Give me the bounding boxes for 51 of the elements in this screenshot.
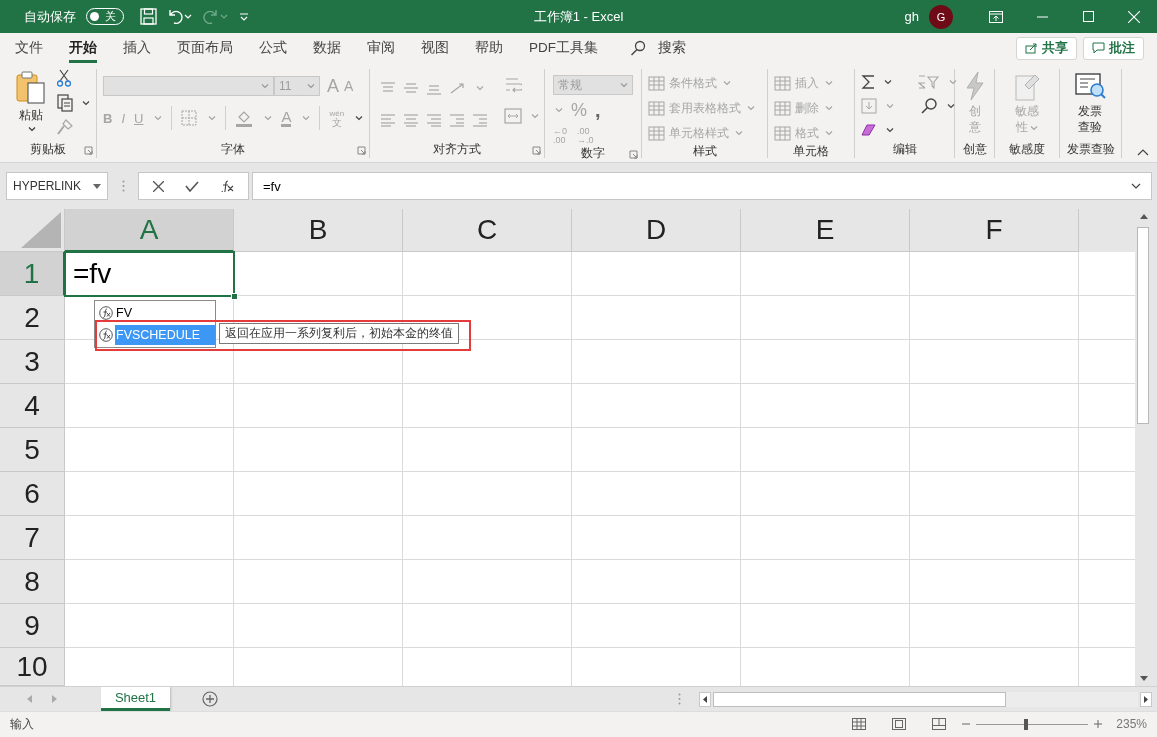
ribbon-tab[interactable]: PDF工具集 (516, 33, 611, 63)
ribbon-tab[interactable]: 页面布局 (164, 33, 246, 63)
column-header[interactable]: A (65, 209, 234, 252)
formula-input[interactable]: =fv (252, 172, 1152, 200)
window-title: 工作簿1 - Excel (533, 7, 624, 26)
status-mode: 输入 (10, 715, 34, 733)
autocomplete-item[interactable]: FV (95, 302, 215, 324)
group-label: 发票查验 (1066, 140, 1115, 158)
row-header[interactable]: 3 (0, 340, 65, 384)
zoom-level[interactable]: 235% (1116, 717, 1147, 731)
row-header[interactable]: 2 (0, 296, 65, 340)
group-label: 对齐方式 (433, 140, 481, 158)
row-header[interactable]: 9 (0, 604, 65, 648)
row-header[interactable]: 4 (0, 384, 65, 428)
group-label: 字体 (221, 140, 245, 158)
user-avatar[interactable]: G (929, 4, 953, 29)
group-label: 创意 (962, 140, 987, 158)
row-header[interactable]: 6 (0, 472, 65, 516)
autosave-label: 自动保存 (24, 7, 76, 26)
user-name: gh (904, 9, 919, 24)
ribbon-tab[interactable]: 数据 (300, 33, 354, 63)
group-label: 样式 (692, 143, 717, 160)
ribbon-large-button[interactable]: 发票查验 (1066, 69, 1115, 140)
ribbon-tab[interactable]: 视图 (408, 33, 462, 63)
ribbon-tab[interactable]: 插入 (110, 33, 164, 63)
group-label: 编辑 (892, 140, 917, 158)
group-label: 单元格 (793, 143, 829, 160)
ribbon-tab[interactable]: 文件 (2, 33, 56, 63)
comments-button[interactable]: 批注 (1083, 36, 1144, 60)
row-header[interactable]: 5 (0, 428, 65, 472)
search-label[interactable]: 搜索 (658, 39, 686, 57)
sheet-tab[interactable]: Sheet1 (101, 687, 170, 711)
column-header[interactable]: F (910, 209, 1079, 252)
name-box[interactable]: HYPERLINK (6, 172, 108, 200)
row-header[interactable]: 10 (0, 648, 65, 686)
ribbon-tab[interactable]: 公式 (246, 33, 300, 63)
column-header[interactable]: D (572, 209, 741, 252)
ribbon-tab[interactable]: 帮助 (462, 33, 516, 63)
group-label: 剪贴板 (30, 140, 66, 158)
group-label: 数字 (581, 145, 605, 162)
row-header[interactable]: 1 (0, 252, 65, 296)
function-tooltip: 返回在应用一系列复利后，初始本金的终值 (219, 323, 459, 344)
paste-button[interactable]: 粘贴 (12, 69, 49, 140)
row-header[interactable]: 8 (0, 560, 65, 604)
column-header[interactable]: E (741, 209, 910, 252)
group-label: 敏感度 (1009, 140, 1045, 158)
row-header[interactable]: 7 (0, 516, 65, 560)
column-header[interactable]: B (234, 209, 403, 252)
ribbon-tab[interactable]: 审阅 (354, 33, 408, 63)
column-header[interactable]: C (403, 209, 572, 252)
share-button[interactable]: 共享 (1016, 36, 1077, 60)
